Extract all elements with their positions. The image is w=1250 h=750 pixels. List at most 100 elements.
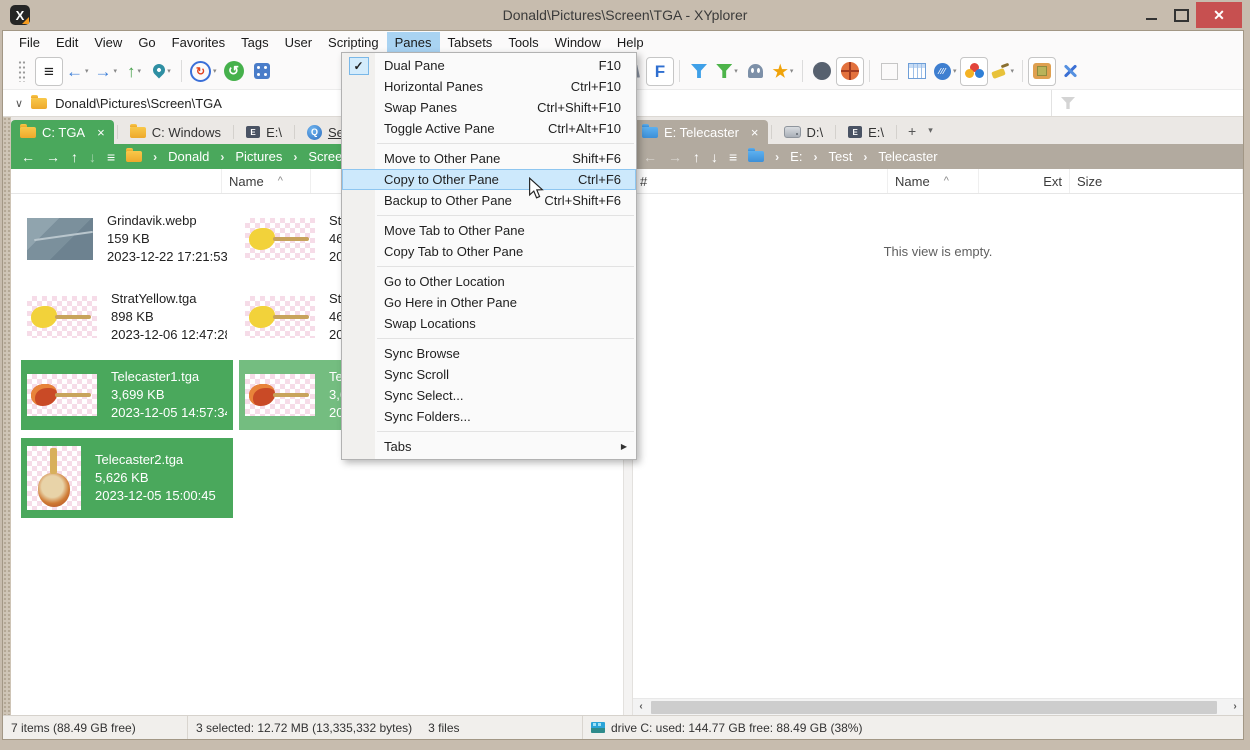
visual-filter-box[interactable] [1051, 90, 1243, 116]
menu-item[interactable]: Move to Other Pane Shift+F6 [342, 148, 636, 169]
address-dropdown-icon[interactable]: ∨ [15, 97, 23, 110]
menu-bar-item[interactable]: View [86, 32, 130, 53]
pane-menu-icon[interactable]: ≡ [729, 149, 737, 165]
toolbar-button[interactable]: ▾ [148, 57, 176, 86]
toolbar-button[interactable]: ▾ [220, 57, 248, 86]
menu-bar-item[interactable]: Tags [233, 32, 276, 53]
menu-bar-item[interactable]: Favorites [164, 32, 233, 53]
back-nav-icon[interactable]: ← [21, 149, 35, 165]
minimize-button[interactable] [1136, 2, 1166, 28]
file-tab[interactable]: E: Telecaster × [633, 120, 768, 144]
menu-item[interactable]: Sync Browse [342, 343, 636, 364]
menu-bar-item[interactable]: Window [547, 32, 609, 53]
new-tab-button[interactable]: + [900, 123, 924, 139]
menu-bar-item[interactable]: Edit [48, 32, 86, 53]
toolbar-button[interactable]: F ▾ [646, 57, 674, 86]
toolbar-button[interactable]: ▾ [741, 57, 769, 86]
up-nav-icon[interactable]: ↑ [71, 149, 78, 165]
breadcrumb-segment[interactable]: Donald [168, 149, 209, 164]
close-button[interactable]: ✕ [1196, 2, 1242, 28]
up-nav-icon[interactable]: ↑ [693, 149, 700, 165]
file-tab[interactable]: C: Windows [121, 120, 230, 144]
file-tab[interactable]: C: TGA × [11, 120, 114, 144]
menu-item[interactable] [377, 266, 634, 267]
forward-nav-icon[interactable]: → [46, 149, 60, 165]
menu-item[interactable]: Backup to Other Pane Ctrl+Shift+F6 [342, 190, 636, 211]
toolbar-button[interactable]: ▾ [1056, 57, 1084, 86]
toolbar-button[interactable]: ▾ [960, 57, 988, 86]
forward-nav-icon[interactable]: → [668, 149, 682, 165]
toolbar-button[interactable]: ▾ [1022, 60, 1023, 82]
toolbar-button[interactable]: ▾ [685, 57, 713, 86]
tab-close-icon[interactable]: × [97, 126, 105, 139]
menu-item[interactable] [377, 215, 634, 216]
folder-icon[interactable] [748, 151, 764, 162]
menu-item[interactable] [377, 431, 634, 432]
toolbar-button[interactable]: ↑ ▾ [120, 57, 148, 86]
menu-item[interactable] [377, 338, 634, 339]
toolbar-button[interactable]: ▾ [248, 57, 276, 86]
file-tile[interactable]: StratYellow.tga 898 KB 2023-12-06 12:47:… [21, 282, 233, 352]
menu-item[interactable]: Copy to Other Pane Ctrl+F6 [342, 169, 636, 190]
pane-menu-icon[interactable]: ≡ [107, 149, 115, 165]
menu-bar-item[interactable]: File [11, 32, 48, 53]
menu-bar-item[interactable]: Panes [387, 32, 440, 53]
breadcrumb-segment[interactable]: E: [790, 149, 802, 164]
column-header[interactable]: Size [1070, 169, 1243, 193]
menu-item[interactable]: Swap Panes Ctrl+Shift+F10 [342, 97, 636, 118]
column-header[interactable]: # [633, 169, 888, 193]
toolbar-button[interactable]: ▾ [713, 57, 741, 86]
file-tab[interactable]: D:\ [775, 120, 833, 144]
menu-item[interactable]: Tabs [342, 436, 636, 457]
right-file-list[interactable]: This view is empty. [633, 194, 1243, 698]
toolbar-button[interactable]: ← ▾ [63, 57, 92, 86]
file-tile[interactable]: Telecaster1.tga 3,699 KB 2023-12-05 14:5… [21, 360, 233, 430]
panel-splitter-handle[interactable] [3, 117, 11, 715]
menu-item[interactable]: Copy Tab to Other Pane [342, 241, 636, 262]
menu-bar-item[interactable]: Scripting [320, 32, 387, 53]
toolbar-button[interactable]: ▾ [7, 57, 35, 86]
menu-bar-item[interactable]: Help [609, 32, 652, 53]
toolbar-button[interactable]: ▾ [988, 57, 1018, 86]
toolbar-button[interactable]: ▾ [187, 57, 220, 86]
toolbar-button[interactable]: ▾ [903, 57, 931, 86]
menu-item[interactable]: Go Here in Other Pane [342, 292, 636, 313]
column-header[interactable]: Modified [1243, 169, 1244, 193]
menu-item[interactable]: Swap Locations [342, 313, 636, 334]
back-nav-icon[interactable]: ← [643, 149, 657, 165]
menu-bar-item[interactable]: Tabsets [440, 32, 501, 53]
menu-bar-item[interactable]: Tools [500, 32, 546, 53]
folder-icon[interactable] [126, 151, 142, 162]
horizontal-scrollbar[interactable]: ‹ › [633, 698, 1243, 715]
breadcrumb-segment[interactable]: Test [828, 149, 852, 164]
column-header[interactable] [11, 169, 222, 193]
menu-item[interactable]: Horizontal Panes Ctrl+F10 [342, 76, 636, 97]
menu-bar-item[interactable]: User [277, 32, 320, 53]
file-tab[interactable]: E:\ [237, 120, 291, 144]
breadcrumb-segment[interactable]: Telecaster [878, 149, 937, 164]
tab-close-icon[interactable]: × [751, 126, 759, 139]
column-header[interactable]: Name [222, 169, 311, 193]
toolbar-button[interactable]: ▾ [808, 57, 836, 86]
toolbar-button[interactable]: ▾ [875, 57, 903, 86]
menu-item[interactable] [377, 143, 634, 144]
toolbar-button[interactable]: ▾ [836, 57, 864, 86]
tab-list-caret-icon[interactable]: ▾ [924, 125, 937, 136]
menu-item[interactable]: Sync Select... [342, 385, 636, 406]
down-nav-icon[interactable]: ↓ [89, 149, 96, 165]
scroll-left-icon[interactable]: ‹ [633, 699, 649, 715]
toolbar-button[interactable]: → ▾ [92, 57, 121, 86]
toolbar-button[interactable]: ▾ [802, 60, 803, 82]
menu-item[interactable]: Sync Scroll [342, 364, 636, 385]
toolbar-button[interactable]: ▾ [679, 60, 680, 82]
file-tile[interactable]: Telecaster2.tga 5,626 KB 2023-12-05 15:0… [21, 438, 233, 518]
menu-bar-item[interactable]: Go [130, 32, 163, 53]
toolbar-button[interactable]: ▾ [869, 60, 870, 82]
column-header[interactable]: Name [888, 169, 979, 193]
menu-item[interactable]: Dual Pane F10 [342, 55, 636, 76]
breadcrumb-segment[interactable]: Pictures [235, 149, 282, 164]
scrollbar-thumb[interactable] [651, 701, 1217, 714]
toolbar-button[interactable]: ★ ▾ [769, 57, 797, 86]
file-tab[interactable]: E:\ [839, 120, 893, 144]
menu-item[interactable]: Go to Other Location [342, 271, 636, 292]
